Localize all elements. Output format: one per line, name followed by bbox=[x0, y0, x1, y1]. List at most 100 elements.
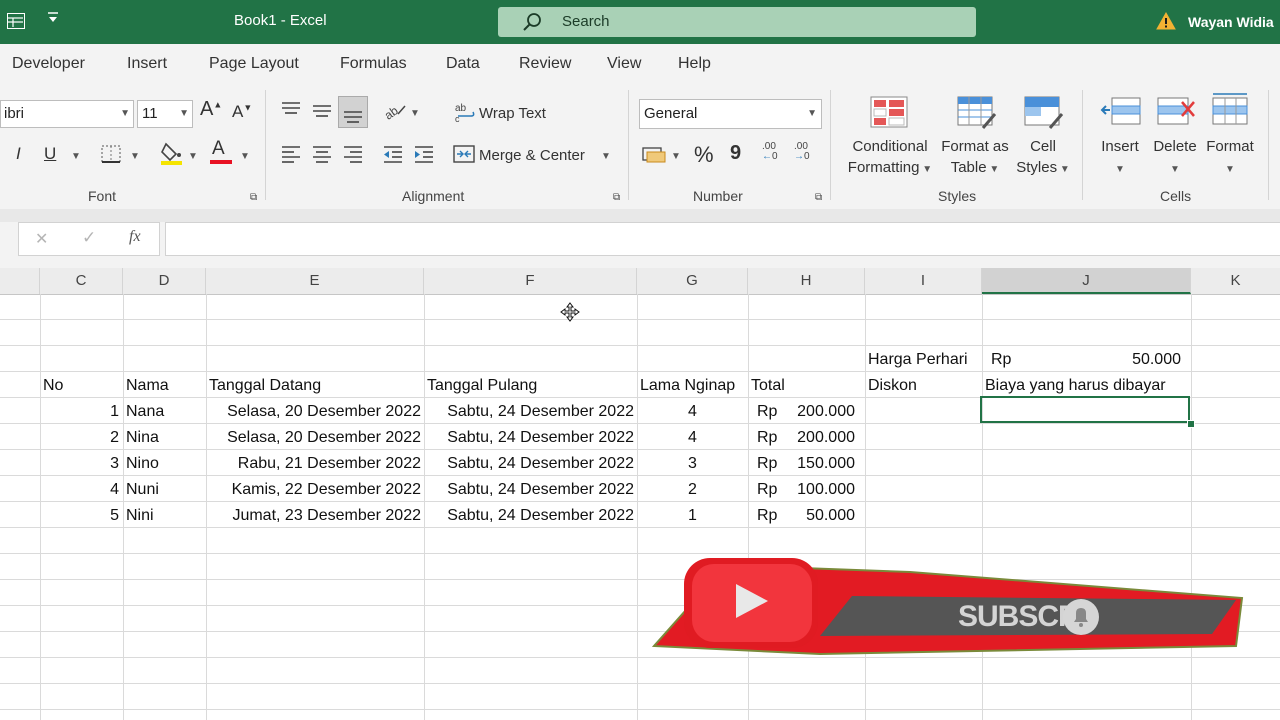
header-tanggal-pulang[interactable]: Tanggal Pulang bbox=[427, 373, 537, 399]
cell-total[interactable]: 200.000 bbox=[780, 425, 855, 451]
cell-no[interactable]: 3 bbox=[40, 451, 119, 477]
align-left-icon[interactable] bbox=[280, 144, 302, 169]
cell-total[interactable]: 200.000 bbox=[780, 399, 855, 425]
wrap-text-button[interactable]: Wrap Text bbox=[479, 105, 546, 122]
format-as-table-button[interactable]: Format as Table ▼ bbox=[935, 136, 1015, 180]
borders-icon[interactable] bbox=[100, 144, 122, 169]
align-center-icon[interactable] bbox=[311, 144, 333, 169]
column-header-j[interactable]: J bbox=[982, 268, 1191, 294]
column-header-e[interactable]: E bbox=[206, 268, 424, 294]
search-box[interactable]: Search bbox=[498, 7, 976, 37]
tab-data[interactable]: Data bbox=[446, 55, 480, 73]
font-size-dropdown[interactable]: 11 ▼ bbox=[137, 100, 193, 128]
align-right-icon[interactable] bbox=[342, 144, 364, 169]
cell-total[interactable]: 150.000 bbox=[780, 451, 855, 477]
tab-view[interactable]: View bbox=[607, 55, 641, 73]
user-name[interactable]: Wayan Widia bbox=[1188, 14, 1274, 30]
cell-harga-label[interactable]: Harga Perhari bbox=[868, 347, 968, 373]
conditional-formatting-button[interactable]: Conditional Formatting ▼ bbox=[840, 136, 940, 180]
cell-tanggal-datang[interactable]: Rabu, 21 Desember 2022 bbox=[206, 451, 421, 477]
increase-indent-icon[interactable] bbox=[413, 144, 435, 169]
cell-tanggal-datang[interactable]: Selasa, 20 Desember 2022 bbox=[206, 425, 421, 451]
grow-font-button[interactable]: A▲ bbox=[200, 98, 222, 121]
header-nama[interactable]: Nama bbox=[126, 373, 169, 399]
tab-page-layout[interactable]: Page Layout bbox=[209, 55, 299, 73]
column-header-i[interactable]: I bbox=[865, 268, 982, 294]
font-name-dropdown[interactable]: ibri ▼ bbox=[0, 100, 134, 128]
enter-icon[interactable]: ✓ bbox=[82, 228, 96, 248]
insert-function-icon[interactable]: fx bbox=[129, 228, 141, 246]
dialog-launcher-icon[interactable]: ⧉ bbox=[250, 192, 257, 203]
cell-nama[interactable]: Nina bbox=[126, 425, 159, 451]
cell-no[interactable]: 1 bbox=[40, 399, 119, 425]
fill-handle[interactable] bbox=[1187, 420, 1195, 428]
cell-nama[interactable]: Nino bbox=[126, 451, 159, 477]
cell-total-currency[interactable]: Rp bbox=[757, 451, 777, 477]
insert-cells-button[interactable]: Insert ▼ bbox=[1092, 136, 1148, 180]
cell-lama-nginap[interactable]: 1 bbox=[637, 503, 748, 529]
cell-tanggal-datang[interactable]: Selasa, 20 Desember 2022 bbox=[206, 399, 421, 425]
align-top-icon[interactable] bbox=[280, 100, 302, 125]
warning-icon[interactable] bbox=[1156, 11, 1176, 35]
header-lama-nginap[interactable]: Lama Nginap bbox=[640, 373, 735, 399]
cell-lama-nginap[interactable]: 4 bbox=[637, 399, 748, 425]
underline-button[interactable]: U bbox=[44, 144, 56, 164]
cell-no[interactable]: 4 bbox=[40, 477, 119, 503]
chevron-down-icon[interactable]: ▼ bbox=[601, 151, 611, 162]
chevron-down-icon[interactable]: ▼ bbox=[71, 151, 81, 162]
increase-decimal-icon[interactable]: .00 ←0 bbox=[762, 142, 778, 162]
cell-nama[interactable]: Nana bbox=[126, 399, 164, 425]
tab-help[interactable]: Help bbox=[678, 55, 711, 73]
column-header-g[interactable]: G bbox=[637, 268, 748, 294]
cell-tanggal-pulang[interactable]: Sabtu, 24 Desember 2022 bbox=[424, 477, 634, 503]
column-header-k[interactable]: K bbox=[1191, 268, 1280, 294]
chevron-down-icon[interactable]: ▼ bbox=[671, 151, 681, 162]
cell-total-currency[interactable]: Rp bbox=[757, 503, 777, 529]
accounting-format-icon[interactable] bbox=[642, 144, 666, 169]
header-tanggal-datang[interactable]: Tanggal Datang bbox=[209, 373, 321, 399]
cell-lama-nginap[interactable]: 2 bbox=[637, 477, 748, 503]
cell-no[interactable]: 2 bbox=[40, 425, 119, 451]
quick-access-dropdown-icon[interactable] bbox=[47, 10, 59, 27]
merge-center-button[interactable]: Merge & Center bbox=[479, 147, 585, 164]
dialog-launcher-icon[interactable]: ⧉ bbox=[613, 192, 620, 203]
font-color-button[interactable]: A bbox=[210, 138, 232, 164]
delete-cells-button[interactable]: Delete ▼ bbox=[1148, 136, 1202, 180]
column-header-b[interactable] bbox=[0, 268, 40, 294]
cell-no[interactable]: 5 bbox=[40, 503, 119, 529]
header-diskon[interactable]: Diskon bbox=[868, 373, 917, 399]
formula-input[interactable] bbox=[165, 222, 1280, 256]
dialog-launcher-icon[interactable]: ⧉ bbox=[815, 192, 822, 203]
cell-nama[interactable]: Nuni bbox=[126, 477, 159, 503]
orientation-icon[interactable]: ab bbox=[382, 100, 408, 125]
cell-total-currency[interactable]: Rp bbox=[757, 399, 777, 425]
number-format-dropdown[interactable]: General ▼ bbox=[639, 99, 822, 129]
cell-harga-value[interactable]: 50.000 bbox=[1090, 347, 1181, 373]
cell-tanggal-datang[interactable]: Jumat, 23 Desember 2022 bbox=[206, 503, 421, 529]
spreadsheet-icon[interactable] bbox=[7, 13, 25, 29]
column-header-c[interactable]: C bbox=[40, 268, 123, 294]
cell-total-currency[interactable]: Rp bbox=[757, 425, 777, 451]
decrease-decimal-icon[interactable]: .00 →0 bbox=[794, 142, 810, 162]
cell-lama-nginap[interactable]: 4 bbox=[637, 425, 748, 451]
subscribe-banner[interactable]: SUBSCRI bbox=[652, 550, 1244, 662]
cell-lama-nginap[interactable]: 3 bbox=[637, 451, 748, 477]
cell-total-currency[interactable]: Rp bbox=[757, 477, 777, 503]
cell-tanggal-datang[interactable]: Kamis, 22 Desember 2022 bbox=[206, 477, 421, 503]
chevron-down-icon[interactable]: ▼ bbox=[188, 151, 198, 162]
header-total[interactable]: Total bbox=[751, 373, 785, 399]
chevron-down-icon[interactable]: ▼ bbox=[130, 151, 140, 162]
cell-total[interactable]: 50.000 bbox=[780, 503, 855, 529]
percent-style-button[interactable]: % bbox=[694, 142, 714, 168]
cancel-icon[interactable]: ✕ bbox=[35, 229, 48, 249]
column-header-d[interactable]: D bbox=[123, 268, 206, 294]
column-header-f[interactable]: F bbox=[424, 268, 637, 294]
chevron-down-icon[interactable]: ▼ bbox=[410, 108, 420, 119]
cell-total[interactable]: 100.000 bbox=[780, 477, 855, 503]
shrink-font-button[interactable]: A▼ bbox=[232, 102, 252, 122]
cell-tanggal-pulang[interactable]: Sabtu, 24 Desember 2022 bbox=[424, 425, 634, 451]
tab-formulas[interactable]: Formulas bbox=[340, 55, 407, 73]
cell-tanggal-pulang[interactable]: Sabtu, 24 Desember 2022 bbox=[424, 451, 634, 477]
cell-tanggal-pulang[interactable]: Sabtu, 24 Desember 2022 bbox=[424, 399, 634, 425]
align-bottom-icon[interactable] bbox=[338, 96, 368, 128]
